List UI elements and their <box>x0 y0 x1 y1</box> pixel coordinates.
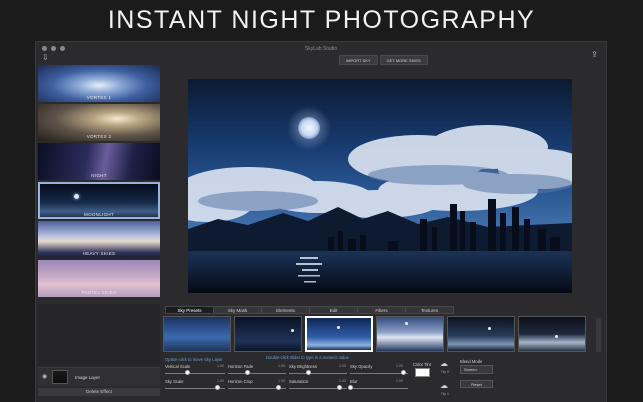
top-buttons: IMPORT SKY GET MORE SKIES <box>339 55 428 65</box>
sidebar-item-vortex-1[interactable]: VORTEX 1 <box>38 65 160 102</box>
sidebar-item-label: HEAVY SKIES <box>82 251 116 256</box>
app-window: SkyLab Studio ⇩ ⇪ IMPORT SKY GET MORE SK… <box>35 41 607 402</box>
delete-effect-button[interactable]: Delete Effect <box>38 388 160 396</box>
vertical-scale-label: Vertical Scale <box>165 364 191 369</box>
sky-brightness-value: 1.00 <box>339 364 346 368</box>
sky-opacity-value: 1.00 <box>396 364 403 368</box>
reset-button[interactable]: Reset <box>460 380 493 388</box>
horizon-crop-label: Horizon Crop <box>228 379 253 384</box>
blend-mode-label: Blend Mode <box>460 359 483 364</box>
tab-textures[interactable]: Textures <box>405 306 454 314</box>
preset-thumb[interactable] <box>447 316 515 352</box>
double-click-hint: Double-click slider to type in a numeric… <box>266 355 349 360</box>
marketing-headline: INSTANT NIGHT PHOTOGRAPHY <box>107 6 536 34</box>
sidebar-item-night[interactable]: NIGHT <box>38 143 160 180</box>
flip-horizontal-icon[interactable]: ☁ <box>440 360 448 368</box>
moon-icon <box>291 329 294 332</box>
moon-icon <box>405 322 408 325</box>
sidebar-item-label: MOONLIGHT <box>84 212 114 217</box>
sidebar-item-label: PASTEL SKIES <box>81 290 117 295</box>
sidebar-item-vortex-2[interactable]: VORTEX 2 <box>38 104 160 141</box>
sky-brightness-label: Sky Brightness <box>289 364 317 369</box>
title-bar: SkyLab Studio ⇩ ⇪ <box>36 42 606 64</box>
flip-vertical-icon[interactable]: ☁ <box>440 382 448 390</box>
image-layer-row[interactable]: ◉ Image Layer <box>38 367 160 386</box>
night-scene-illustration <box>188 106 572 293</box>
sidebar-empty-area <box>38 304 160 366</box>
horizon-fade-knob[interactable] <box>245 370 250 375</box>
tab-filters[interactable]: Filters <box>357 306 406 314</box>
sky-brightness-slider[interactable] <box>289 373 347 374</box>
import-sky-button[interactable]: IMPORT SKY <box>339 55 378 65</box>
import-icon[interactable]: ⇩ <box>42 54 49 62</box>
horizon-fade-slider[interactable] <box>228 373 286 374</box>
sidebar-item-moonlight[interactable]: MOONLIGHT <box>38 182 160 219</box>
flip-v-label: Flip V <box>441 392 450 396</box>
horizon-fade-value: 1.00 <box>278 364 285 368</box>
sidebar-item-pastel-skies[interactable]: PASTEL SKIES <box>38 260 160 297</box>
sky-scale-value: 1.00 <box>217 379 224 383</box>
color-tint-label: Color Tint <box>413 362 431 367</box>
preset-strip <box>163 316 599 354</box>
tab-sky-mask[interactable]: Sky Mask <box>213 306 262 314</box>
tab-elements[interactable]: Elements <box>261 306 310 314</box>
photo-preview-canvas[interactable] <box>188 79 572 293</box>
horizon-crop-value: 1.00 <box>278 379 285 383</box>
tab-sky-presets[interactable]: Sky Presets <box>165 306 214 314</box>
blend-mode-select[interactable]: Screen <box>460 365 493 374</box>
sidebar-item-label: VORTEX 1 <box>86 95 112 100</box>
preset-thumb[interactable] <box>163 316 231 352</box>
preset-strip-scrollbar[interactable] <box>596 318 601 352</box>
sky-sidebar: VORTEX 1 VORTEX 2 NIGHT MOONLIGHT HEAVY … <box>38 65 160 301</box>
blur-slider[interactable] <box>350 388 408 389</box>
tab-bar: Sky Presets Sky Mask Elements Edit Filte… <box>165 306 454 314</box>
moon-icon <box>555 335 558 338</box>
sky-brightness-knob[interactable] <box>306 370 311 375</box>
saturation-value: 1.00 <box>339 379 346 383</box>
preset-thumb[interactable] <box>376 316 444 352</box>
sky-scale-knob[interactable] <box>215 385 220 390</box>
saturation-label: Saturation <box>289 379 309 384</box>
get-more-skies-button[interactable]: GET MORE SKIES <box>379 55 428 65</box>
option-click-hint: Option-click to move Sky Layer <box>165 357 223 362</box>
horizon-fade-label: Horizon Fade <box>228 364 254 369</box>
moon <box>298 117 320 139</box>
horizon-crop-knob[interactable] <box>276 385 281 390</box>
color-tint-swatch[interactable] <box>415 368 430 377</box>
saturation-knob[interactable] <box>337 385 342 390</box>
sky-opacity-slider[interactable] <box>350 373 408 374</box>
blur-value: 1.00 <box>396 379 403 383</box>
vertical-scale-slider[interactable] <box>165 373 225 374</box>
sidebar-item-heavy-skies[interactable]: HEAVY SKIES <box>38 221 160 258</box>
water <box>188 251 572 293</box>
moon-icon <box>488 327 491 330</box>
flip-h-label: Flip H <box>441 370 450 374</box>
preset-thumb-selected[interactable] <box>305 316 373 352</box>
sidebar-item-label: VORTEX 2 <box>86 134 112 139</box>
layer-thumbnail <box>52 370 68 384</box>
layer-name: Image Layer <box>75 375 101 380</box>
sky-scale-label: Sky Scale <box>165 379 184 384</box>
window-title: SkyLab Studio <box>304 46 338 52</box>
vertical-scale-value: 1.00 <box>217 364 224 368</box>
eye-icon[interactable]: ◉ <box>42 373 47 380</box>
moon-icon <box>337 326 340 329</box>
moon-icon <box>74 194 79 199</box>
share-icon[interactable]: ⇪ <box>591 51 598 59</box>
sky-opacity-label: Sky Opacity <box>350 364 373 369</box>
sky-opacity-knob[interactable] <box>401 370 406 375</box>
preset-thumb[interactable] <box>518 316 586 352</box>
blur-knob[interactable] <box>348 385 353 390</box>
tab-edit[interactable]: Edit <box>309 306 358 314</box>
preset-thumb[interactable] <box>234 316 302 352</box>
blur-label: Blur <box>350 379 358 384</box>
sidebar-item-label: NIGHT <box>91 173 107 178</box>
vertical-scale-knob[interactable] <box>185 370 190 375</box>
